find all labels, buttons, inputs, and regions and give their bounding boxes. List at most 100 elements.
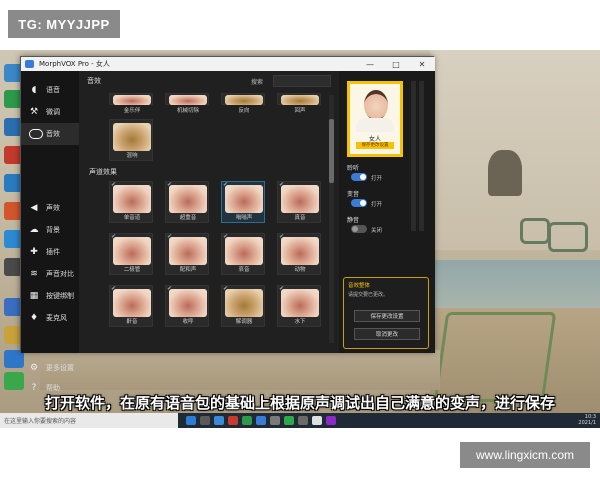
section-title: 声道效果 [89, 168, 117, 176]
effect-tile[interactable]: ✔ 动物 [277, 233, 321, 275]
microphone-icon: ♦ [29, 313, 39, 323]
effect-name: 回声 [294, 108, 306, 114]
morph-toggle[interactable] [351, 199, 367, 207]
taskbar-app-icon[interactable] [242, 416, 252, 425]
effect-tile[interactable]: 机械切除 [165, 93, 209, 114]
effect-tile[interactable]: ✔ 鼾音 [109, 285, 153, 327]
background-bench [40, 350, 440, 390]
effect-name: 单音道 [123, 215, 141, 221]
sidebar-item-label: 麦克风 [46, 314, 67, 322]
sidebar-item-plugins[interactable]: ✚ 插件 [21, 241, 79, 263]
taskbar-app-icon[interactable] [186, 416, 196, 425]
effect-tile[interactable]: ✔ 哀音 [221, 233, 265, 275]
effect-name: 解调器 [235, 319, 253, 325]
save-panel-title: 音效整体 [348, 283, 371, 289]
screenshot-stage: TG: MYYJJPP MorphVOX Pro - 女人 — □ ✕ ◖ 语音… [0, 0, 600, 480]
taskbar-app-icon[interactable] [284, 416, 294, 425]
effect-tile[interactable]: 反向 [221, 93, 265, 114]
sidebar-item-compare[interactable]: ≋ 声音对比 [21, 263, 79, 285]
taskbar-app-icon[interactable] [256, 416, 266, 425]
compare-icon: ≋ [30, 269, 38, 279]
voice-panel: 女人 保存更改设置 聆听 打开 变音 打开 静音 关闭 音效整体 请提交要已更改… [339, 71, 435, 353]
effect-tile[interactable]: ✔ 超重音 [165, 181, 209, 223]
effect-tile[interactable]: ✔ 收呼 [165, 285, 209, 327]
taskbar-app-icon[interactable] [298, 416, 308, 425]
sidebar-item-tweak[interactable]: ⚒ 微调 [21, 101, 79, 123]
background-chair [433, 312, 557, 402]
listen-toggle[interactable] [351, 173, 367, 181]
effect-tile[interactable]: 金乐伴 [109, 93, 153, 114]
settings-icon: ⚙ [29, 363, 39, 373]
morph-state: 打开 [371, 202, 383, 208]
effect-name: 二极管 [123, 267, 141, 273]
effect-tile[interactable]: ✔ 二极管 [109, 233, 153, 275]
effect-tile[interactable]: ✔ 水下 [277, 285, 321, 327]
effect-name: 动物 [294, 267, 306, 273]
voice-avatar-card[interactable]: 女人 保存更改设置 [347, 81, 403, 157]
effect-tile[interactable]: ✔ 配和声 [165, 233, 209, 275]
effect-name: 机械切除 [176, 108, 199, 114]
sidebar-item-hotkeys[interactable]: ▦ 按键绑制 [21, 285, 79, 307]
taskbar-app-icon[interactable] [312, 416, 322, 425]
scrollbar-thumb[interactable] [329, 119, 334, 183]
mute-state: 关闭 [371, 228, 383, 234]
sidebar-item-label: 背景 [46, 226, 60, 234]
sidebar: ◖ 语音 ⚒ 微调 音效 ◀ 声效 ☁ 背景 ✚ 插件 ≋ 声音对比 ▦ 按键绑… [21, 71, 79, 393]
morphvox-window: MorphVOX Pro - 女人 — □ ✕ ◖ 语音 ⚒ 微调 音效 ◀ 声… [20, 56, 435, 393]
toggle-icon [29, 129, 43, 139]
sidebar-item-effects[interactable]: 音效 [21, 123, 79, 145]
taskbar-app-icon[interactable] [228, 416, 238, 425]
effect-name: 金乐伴 [123, 108, 141, 114]
effect-name: 嗡嗡声 [235, 215, 253, 221]
background-chair [520, 218, 550, 244]
speaker-icon: ◀ [30, 203, 38, 213]
background-building [430, 50, 600, 250]
taskbar-app-icon[interactable] [270, 416, 280, 425]
background-pool [430, 260, 600, 310]
taskbar-search-input[interactable]: 在这里输入你要搜索的内容 [0, 413, 178, 428]
cancel-changes-button[interactable]: 取消更改 [354, 328, 420, 340]
effect-tile[interactable]: 回声 [277, 93, 321, 114]
level-meter [411, 81, 416, 231]
taskbar-clock[interactable]: 10:3 2021/1 [578, 414, 596, 426]
taskbar-app-icon[interactable] [326, 416, 336, 425]
effect-tile[interactable]: 混响 [109, 119, 153, 161]
puzzle-icon: ✚ [30, 247, 38, 257]
video-frame: MorphVOX Pro - 女人 — □ ✕ ◖ 语音 ⚒ 微调 音效 ◀ 声… [0, 50, 600, 428]
voice-save-button[interactable]: 保存更改设置 [356, 142, 394, 149]
sidebar-item-label: 按键绑制 [46, 292, 74, 300]
sidebar-item-more-settings[interactable]: ⚙ 更多设置 [21, 357, 79, 379]
effect-tile[interactable]: ✔ 解调器 [221, 285, 265, 327]
sidebar-item-label: 更多设置 [46, 364, 74, 372]
save-changes-panel: 音效整体 请提交要已更改。 保存更改设置 取消更改 [343, 277, 429, 349]
save-settings-button[interactable]: 保存更改设置 [354, 310, 420, 322]
clock-date: 2021/1 [578, 420, 596, 426]
effect-tile-selected[interactable]: ✔ 嗡嗡声 [221, 181, 265, 223]
effect-name: 真音 [294, 215, 306, 221]
maximize-button[interactable]: □ [383, 57, 409, 71]
effect-tile[interactable]: ✔ 真音 [277, 181, 321, 223]
effect-name: 水下 [294, 319, 306, 325]
effect-tile[interactable]: ✔ 单音道 [109, 181, 153, 223]
background-people [488, 150, 522, 196]
sidebar-item-microphone[interactable]: ♦ 麦克风 [21, 307, 79, 329]
listen-state: 打开 [371, 176, 383, 182]
sidebar-item-label: 微调 [46, 108, 60, 116]
minimize-button[interactable]: — [357, 57, 383, 71]
save-panel-message: 请提交要已更改。 [348, 292, 389, 298]
option-label-morph: 变音 [347, 191, 360, 198]
sidebar-item-sound[interactable]: ◀ 声效 [21, 197, 79, 219]
app-logo-icon [25, 60, 34, 68]
keyboard-icon: ▦ [29, 291, 39, 301]
window-titlebar[interactable]: MorphVOX Pro - 女人 — □ ✕ [21, 57, 435, 71]
sidebar-item-background[interactable]: ☁ 背景 [21, 219, 79, 241]
taskbar-app-icon[interactable] [214, 416, 224, 425]
level-meters [411, 81, 427, 231]
search-input[interactable] [273, 75, 331, 87]
mute-toggle[interactable] [351, 225, 367, 233]
taskbar-app-icon[interactable] [200, 416, 210, 425]
sidebar-item-label: 音效 [46, 130, 60, 138]
close-button[interactable]: ✕ [409, 57, 435, 71]
effect-name: 鼾音 [126, 319, 138, 325]
sidebar-item-voice[interactable]: ◖ 语音 [21, 79, 79, 101]
